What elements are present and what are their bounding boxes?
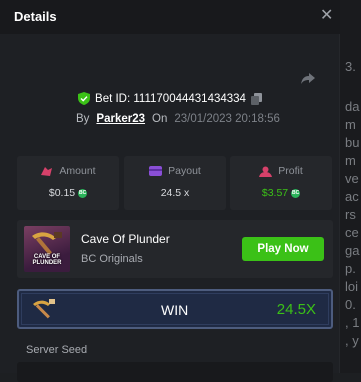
- close-icon[interactable]: ✕: [320, 8, 333, 24]
- amount-label: Amount: [59, 165, 96, 177]
- background-text-line: ce: [345, 225, 359, 240]
- modal-title: Details: [14, 9, 57, 24]
- result-multiplier: 24.5X: [276, 301, 316, 318]
- profit-icon: [259, 166, 273, 177]
- background-text-line: ga: [345, 243, 360, 258]
- profit-label-row: Profit: [230, 165, 332, 177]
- background-text-line: m: [345, 117, 356, 132]
- amount-value-row: $0.15 BC: [17, 187, 119, 199]
- payout-value: 24.5 x: [160, 187, 190, 199]
- background-text-line: p.: [345, 261, 356, 276]
- game-card: CAVE OF PLUNDER Cave Of Plunder BC Origi…: [17, 220, 333, 278]
- profit-label: Profit: [278, 165, 303, 177]
- game-thumbnail[interactable]: CAVE OF PLUNDER: [24, 226, 70, 272]
- background-text-line: loi: [345, 279, 359, 294]
- result-label: WIN: [161, 302, 189, 318]
- result-banner: WIN 24.5X: [17, 289, 333, 329]
- details-modal: Details ✕ Bet ID: 111170044431434334 By …: [0, 0, 340, 382]
- bc-coin-icon: BC: [78, 188, 88, 198]
- username-link[interactable]: Parker23: [96, 113, 145, 125]
- payout-label: Payout: [168, 165, 201, 177]
- payout-value-row: 24.5 x: [124, 187, 226, 199]
- shield-check-icon: [78, 92, 91, 105]
- play-now-button[interactable]: Play Now: [242, 237, 324, 261]
- amount-label-row: Amount: [17, 165, 119, 177]
- background-text-line: da: [345, 99, 360, 114]
- amount-value: $0.15: [48, 187, 76, 199]
- background-text-line: , 1: [345, 315, 360, 330]
- bet-id: Bet ID: 111170044431434334: [95, 92, 246, 105]
- background-text-line: 3.: [345, 59, 356, 74]
- bc-coin-icon: BC: [291, 188, 301, 198]
- pickaxe-icon: [33, 299, 55, 319]
- payout-card: Payout 24.5 x: [124, 156, 226, 210]
- background-text-line: bu: [345, 135, 360, 150]
- server-seed-label: Server Seed: [26, 344, 88, 356]
- coins-icon: [41, 166, 53, 176]
- server-seed-field: [17, 362, 333, 382]
- bet-id-row: Bet ID: 111170044431434334: [0, 92, 340, 105]
- on-label: On: [152, 113, 168, 125]
- share-icon[interactable]: [300, 70, 316, 86]
- bet-meta-row: By Parker23 On 23/01/2023 20:18:56: [76, 113, 280, 125]
- profit-value: $3.57: [261, 187, 289, 199]
- background-text-line: ac: [345, 189, 359, 204]
- bet-datetime: 23/01/2023 20:18:56: [174, 113, 280, 125]
- profit-value-row: $3.57 BC: [230, 187, 332, 199]
- wallet-icon: [149, 166, 163, 176]
- background-text-line: ve: [345, 171, 359, 186]
- background-text-line: rs: [345, 207, 356, 222]
- game-provider: BC Originals: [81, 253, 143, 265]
- background-text-line: m: [345, 153, 356, 168]
- by-label: By: [76, 113, 90, 125]
- background-text-line: 0.: [345, 297, 356, 312]
- copy-icon[interactable]: [250, 92, 262, 105]
- game-title: Cave Of Plunder: [81, 232, 170, 246]
- background-text-line: , y: [345, 333, 359, 348]
- amount-card: Amount $0.15 BC: [17, 156, 119, 210]
- game-thumbnail-text: CAVE OF PLUNDER: [32, 254, 62, 266]
- modal-header: Details ✕: [0, 0, 340, 34]
- profit-card: Profit $3.57 BC: [230, 156, 332, 210]
- payout-label-row: Payout: [124, 165, 226, 177]
